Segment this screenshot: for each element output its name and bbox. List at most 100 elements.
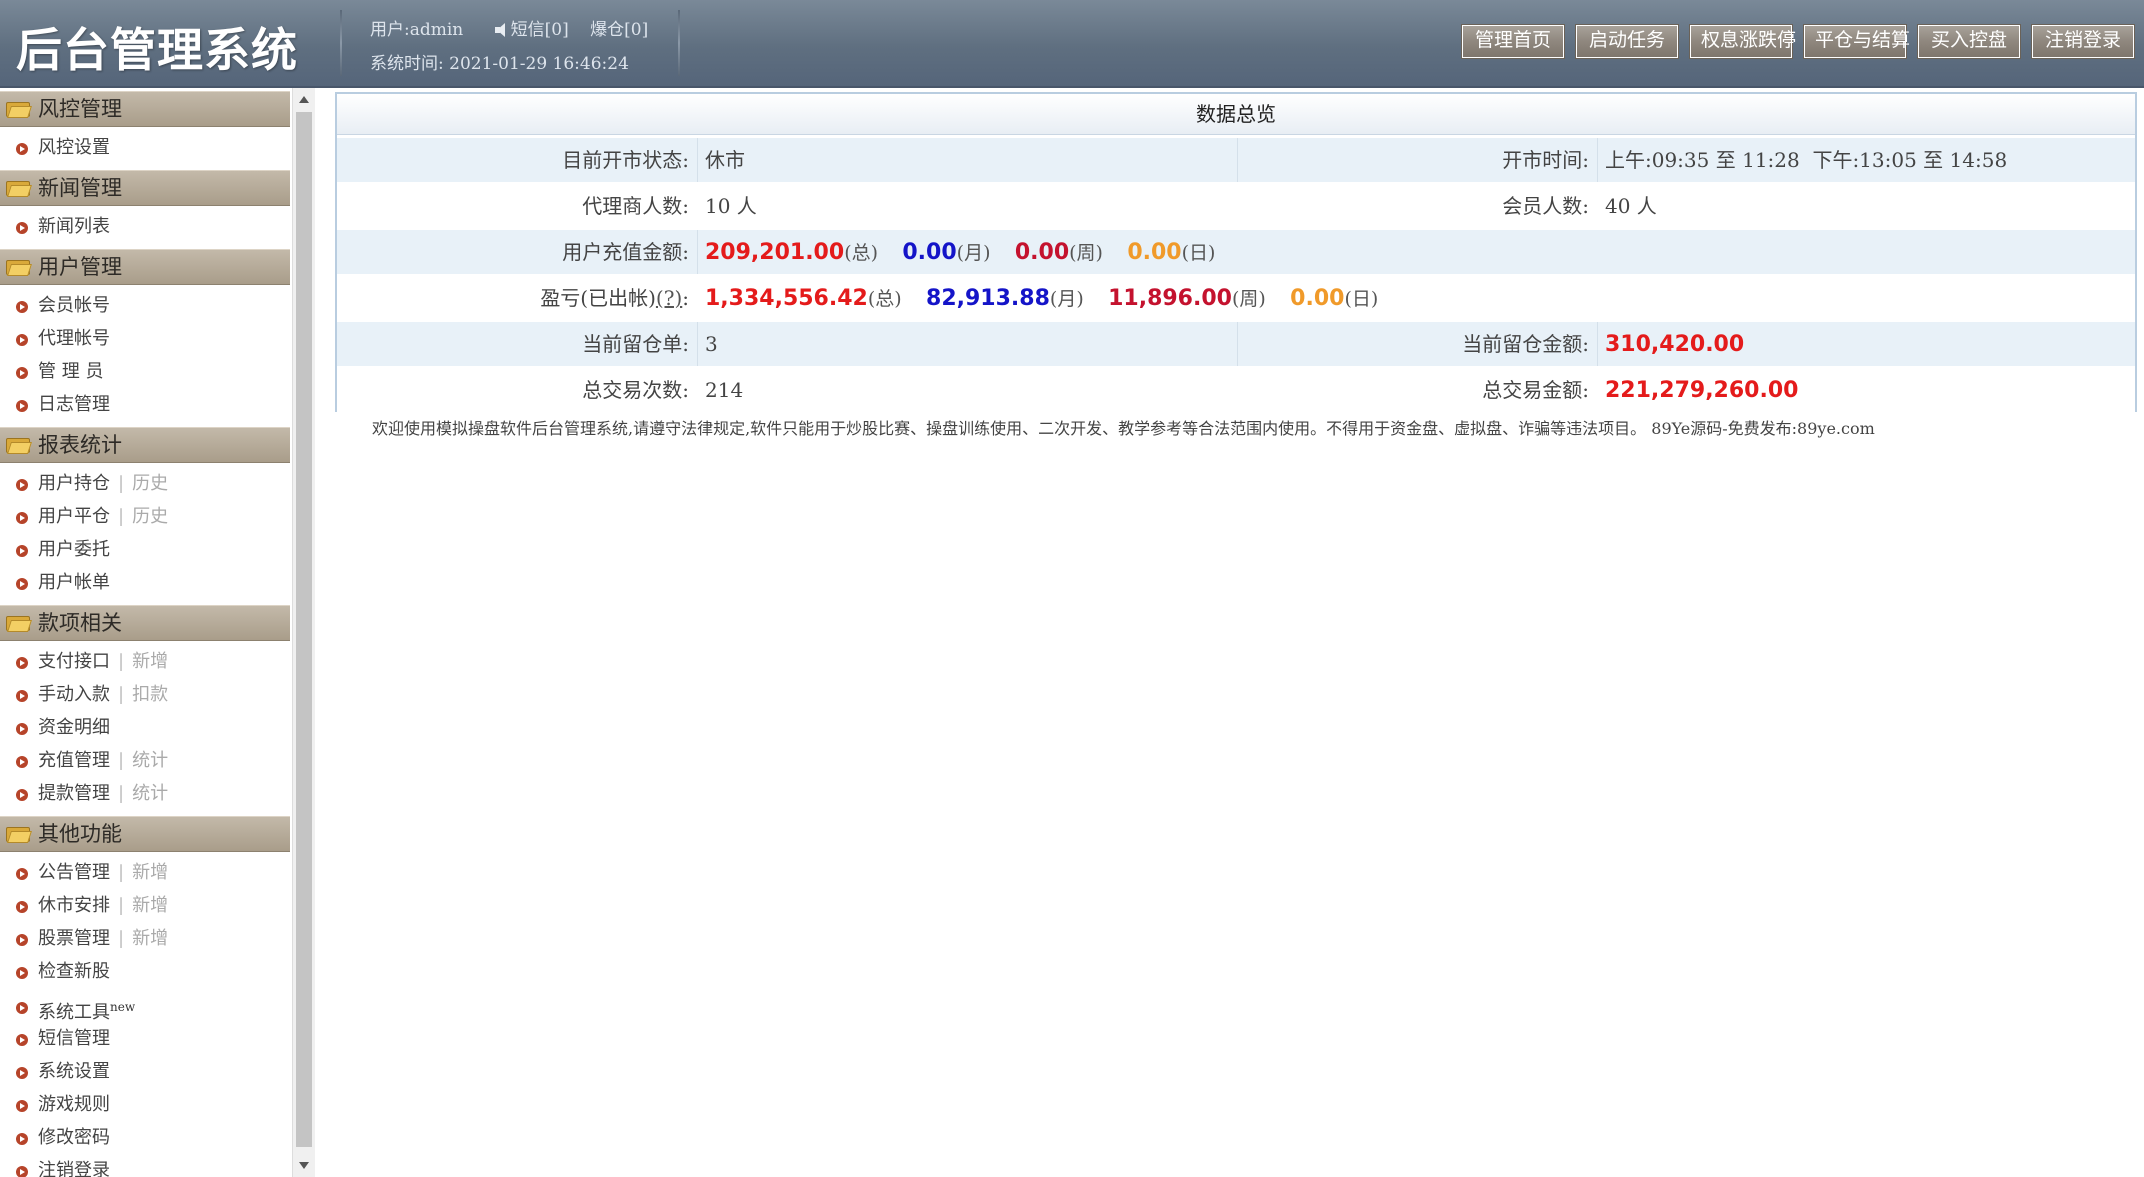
section-news[interactable]: 新闻管理 [0, 170, 290, 206]
folder-icon [6, 258, 30, 275]
bullet-arrow-icon [16, 901, 28, 913]
announcements-link[interactable]: 公告管理 | 新增 [38, 860, 168, 886]
bullet-arrow-icon [16, 222, 28, 234]
sidebar-item-risk-settings[interactable]: 风控设置 [0, 135, 290, 161]
folder-icon [6, 179, 30, 196]
admin-home-button[interactable]: 管理首页 [1462, 25, 1564, 58]
scroll-up-icon[interactable] [299, 96, 309, 103]
bullet-arrow-icon [16, 868, 28, 880]
pnl-day: 0.00 [1290, 286, 1345, 311]
members-value: 40 人 [1605, 194, 1657, 218]
trade-amount-label: 总交易金额: [1482, 378, 1589, 402]
bullet-arrow-icon [16, 723, 28, 735]
disclaimer-text: 欢迎使用模拟操盘软件后台管理系统,请遵守法律规定,软件只能用于炒股比赛、操盘训练… [372, 419, 1875, 438]
recharge-link[interactable]: 充值管理 | 统计 [38, 748, 168, 774]
close-settle-button[interactable]: 平仓与结算 [1804, 25, 1910, 58]
sidebar-item-game-rules[interactable]: 游戏规则 [0, 1092, 290, 1118]
data-overview-panel: 数据总览 目前开市状态: 休市 开市时间: 上午:09:35 至 11:28 下… [335, 92, 2137, 414]
bullet-arrow-icon [16, 1133, 28, 1145]
bullet-arrow-icon [16, 367, 28, 379]
sidebar-item-sms[interactable]: 短信管理 [0, 1026, 290, 1052]
speaker-icon [494, 23, 509, 37]
stocks-link[interactable]: 股票管理 | 新增 [38, 926, 168, 952]
section-risk-control[interactable]: 风控管理 [0, 91, 290, 127]
withdraw-stats-link[interactable]: 统计 [132, 783, 168, 804]
sidebar-item-manual-deposit: 手动入款 | 扣款 [0, 682, 290, 708]
payment-api-link[interactable]: 支付接口 | 新增 [38, 649, 168, 675]
bullet-arrow-icon [16, 512, 28, 524]
bullet-arrow-icon [16, 690, 28, 702]
section-funds[interactable]: 款项相关 [0, 605, 290, 641]
section-reports[interactable]: 报表统计 [0, 427, 290, 463]
positions-history-link[interactable]: 历史 [132, 473, 168, 494]
bullet-arrow-icon [16, 1002, 28, 1014]
sidebar-item-logout[interactable]: 注销登录 [0, 1158, 290, 1177]
market-closure-add-link[interactable]: 新增 [132, 895, 168, 916]
sidebar-item-change-password[interactable]: 修改密码 [0, 1125, 290, 1151]
sidebar-item-logs[interactable]: 日志管理 [0, 392, 290, 418]
start-task-button[interactable]: 启动任务 [1576, 25, 1678, 58]
trade-count-value: 214 [705, 378, 744, 402]
stocks-add-link[interactable]: 新增 [132, 928, 168, 949]
bullet-arrow-icon [16, 1034, 28, 1046]
section-users[interactable]: 用户管理 [0, 249, 290, 285]
sidebar-item-news-list[interactable]: 新闻列表 [0, 214, 290, 240]
app-logo: 后台管理系统 [16, 23, 298, 77]
folder-icon [6, 614, 30, 631]
user-closed-link[interactable]: 用户平仓 | 历史 [38, 504, 168, 530]
sidebar-item-user-orders[interactable]: 用户委托 [0, 537, 290, 563]
buy-control-button[interactable]: 买入控盘 [1918, 25, 2020, 58]
folder-icon [6, 825, 30, 842]
logout-button[interactable]: 注销登录 [2032, 25, 2134, 58]
scroll-thumb[interactable] [296, 112, 312, 1147]
closed-history-link[interactable]: 历史 [132, 506, 168, 527]
pnl-week: 11,896.00 [1108, 286, 1232, 311]
bullet-arrow-icon [16, 1166, 28, 1177]
sidebar-item-fund-details[interactable]: 资金明细 [0, 715, 290, 741]
user-label: 用户:admin [370, 20, 464, 40]
header-divider [678, 10, 680, 76]
sidebar-item-member-accounts[interactable]: 会员帐号 [0, 293, 290, 319]
header-user-info: 用户:admin 短信[0] 爆仓[0] [370, 15, 648, 40]
scroll-down-icon[interactable] [299, 1162, 309, 1169]
pnl-help-link[interactable]: (?) [656, 286, 682, 310]
new-badge: new [110, 1000, 136, 1014]
sidebar-item-system-settings[interactable]: 系统设置 [0, 1059, 290, 1085]
bullet-arrow-icon [16, 934, 28, 946]
table-row: 总交易次数: 214 总交易金额: 221,279,260.00 [337, 368, 2135, 414]
sidebar-item-user-bills[interactable]: 用户帐单 [0, 570, 290, 596]
market-closure-link[interactable]: 休市安排 | 新增 [38, 893, 168, 919]
pnl-values: 1,334,556.42(总) 82,913.88(月) 11,896.00(周… [705, 286, 1379, 311]
bullet-arrow-icon [16, 657, 28, 669]
bullet-arrow-icon [16, 334, 28, 346]
sidebar-item-payment-api: 支付接口 | 新增 [0, 649, 290, 675]
bullet-arrow-icon [16, 789, 28, 801]
market-status-value: 休市 [705, 148, 745, 172]
manual-deduct-link[interactable]: 扣款 [132, 684, 168, 705]
section-other[interactable]: 其他功能 [0, 816, 290, 852]
sidebar-item-recharge: 充值管理 | 统计 [0, 748, 290, 774]
limit-updown-button[interactable]: 权息涨跌停 [1690, 25, 1796, 58]
open-amount-label: 当前留仓金额: [1462, 332, 1589, 356]
liquidation-link[interactable]: 爆仓[0] [590, 20, 648, 40]
withdraw-link[interactable]: 提款管理 | 统计 [38, 781, 168, 807]
user-positions-link[interactable]: 用户持仓 | 历史 [38, 471, 168, 497]
sidebar-item-withdraw: 提款管理 | 统计 [0, 781, 290, 807]
bullet-arrow-icon [16, 578, 28, 590]
recharge-stats-link[interactable]: 统计 [132, 750, 168, 771]
sidebar-scrollbar[interactable] [292, 88, 315, 1177]
payment-api-add-link[interactable]: 新增 [132, 651, 168, 672]
announcements-add-link[interactable]: 新增 [132, 862, 168, 883]
recharge-values: 209,201.00(总) 0.00(月) 0.00(周) 0.00(日) [705, 240, 1216, 265]
recharge-label: 用户充值金额: [562, 240, 689, 264]
manual-deposit-link[interactable]: 手动入款 | 扣款 [38, 682, 168, 708]
folder-icon [6, 100, 30, 117]
sidebar-item-administrators[interactable]: 管 理 员 [0, 359, 290, 385]
sidebar-item-check-ipo[interactable]: 检查新股 [0, 959, 290, 985]
sidebar-item-agent-accounts[interactable]: 代理帐号 [0, 326, 290, 352]
agents-value: 10 人 [705, 194, 757, 218]
bullet-arrow-icon [16, 756, 28, 768]
sms-link[interactable]: 短信[0] [494, 20, 569, 40]
sidebar-item-system-tools[interactable]: 系统工具new [0, 994, 290, 1023]
sidebar: 风控管理 风控设置 新闻管理 新闻列表 用户管理 会员帐号 代理帐号 管 理 员… [0, 88, 292, 1177]
